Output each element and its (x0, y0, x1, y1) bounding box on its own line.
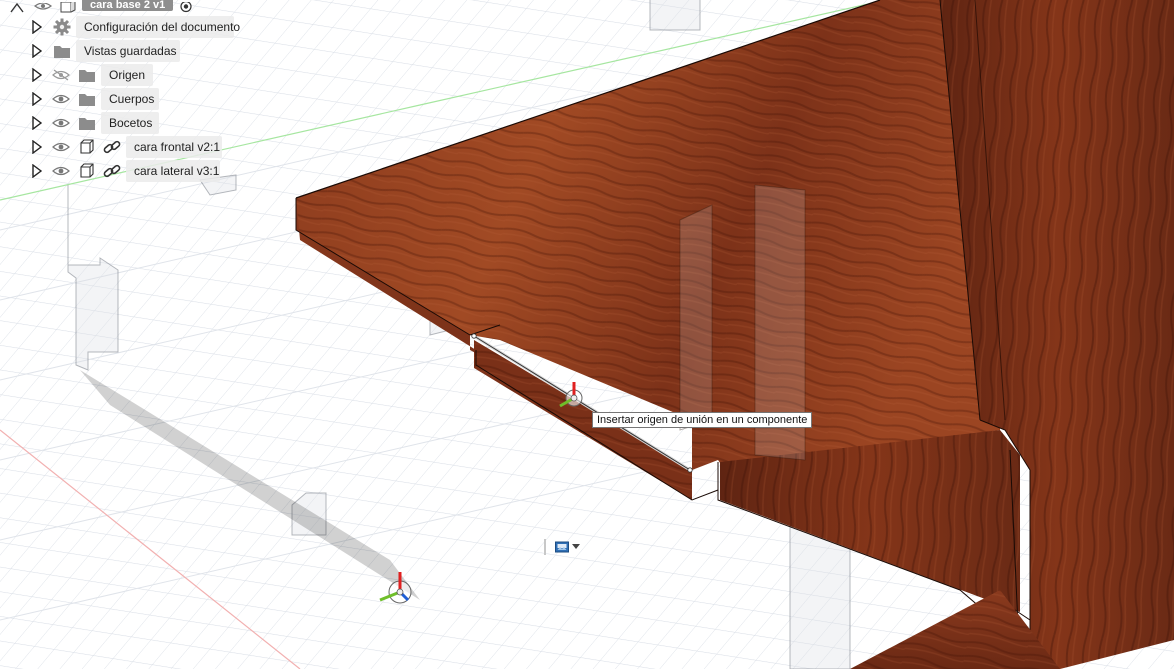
gear-icon (52, 17, 72, 37)
expand-arrow-icon[interactable] (31, 92, 43, 106)
browser-item-label: Vistas guardadas (76, 40, 180, 62)
root-component-icon (60, 0, 78, 13)
dropdown-caret-icon (571, 544, 580, 549)
browser-item-label: Origen (101, 64, 153, 86)
browser-item-label: Configuración del documento (76, 16, 240, 38)
browser-item-label: cara frontal v2:1 (126, 136, 222, 158)
browser-item-document-settings[interactable]: Configuración del documento (0, 16, 240, 38)
browser-item-sketches[interactable]: Bocetos (0, 112, 240, 134)
component-icon (77, 161, 97, 181)
eye-icon[interactable] (51, 161, 71, 181)
folder-icon (77, 113, 97, 133)
browser-item-origin[interactable]: Origen (0, 64, 240, 86)
folder-icon (52, 41, 72, 61)
expand-arrow-icon[interactable] (31, 164, 43, 178)
eye-icon[interactable] (51, 89, 71, 109)
image-display-icon (554, 541, 569, 553)
display-settings-button[interactable] (544, 538, 582, 556)
folder-icon (77, 65, 97, 85)
expand-arrow-icon[interactable] (31, 44, 43, 58)
expand-arrow-icon[interactable] (31, 20, 43, 34)
link-icon (102, 161, 122, 181)
grip-handle (544, 539, 546, 555)
browser-item-label: Bocetos (101, 112, 159, 134)
root-component-label[interactable]: cara base 2 v1 (82, 0, 174, 11)
browser-item-front-face[interactable]: cara frontal v2:1 (0, 136, 240, 158)
hidden-eye-icon[interactable] (51, 65, 71, 85)
browser-item-label: cara lateral v3:1 (126, 160, 220, 182)
browser-item-side-face[interactable]: cara lateral v3:1 (0, 160, 240, 182)
collapse-arrow-icon[interactable] (10, 0, 24, 13)
component-icon (77, 137, 97, 157)
eye-icon[interactable] (51, 137, 71, 157)
tooltip: Insertar origen de unión en un component… (592, 412, 813, 428)
expand-arrow-icon[interactable] (31, 140, 43, 154)
expand-arrow-icon[interactable] (31, 68, 43, 82)
expand-arrow-icon[interactable] (31, 116, 43, 130)
browser-item-bodies[interactable]: Cuerpos (0, 88, 240, 110)
link-icon (102, 137, 122, 157)
browser-item-saved-views[interactable]: Vistas guardadas (0, 40, 240, 62)
browser-item-label: Cuerpos (101, 88, 159, 110)
browser-panel: cara base 2 v1 Configuración del documen… (0, 0, 250, 190)
activate-radio-icon[interactable] (180, 0, 192, 13)
eye-icon[interactable] (51, 113, 71, 133)
root-visibility-eye-icon[interactable] (33, 0, 53, 10)
folder-icon (77, 89, 97, 109)
